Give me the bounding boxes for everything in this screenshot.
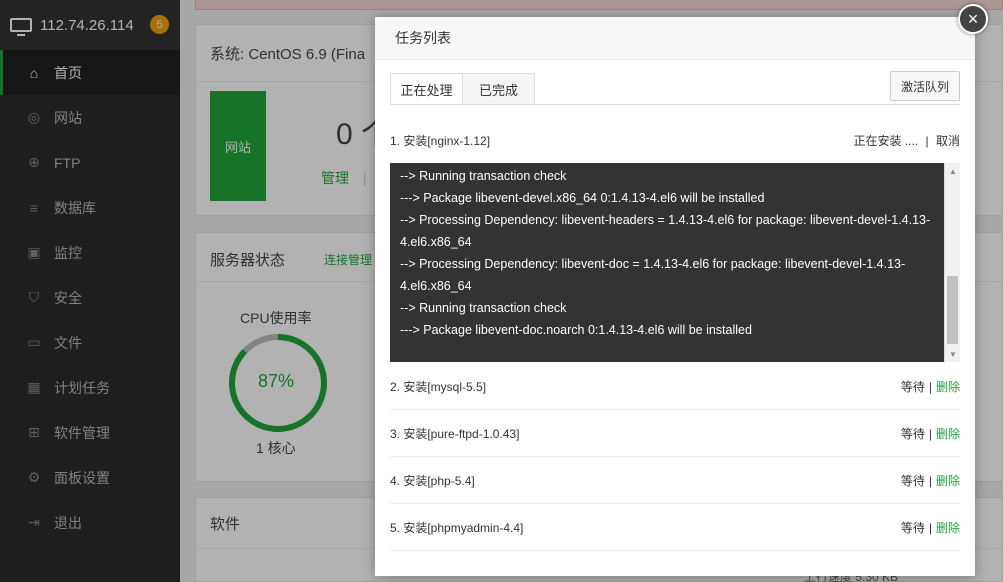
task-name: 1. 安装[nginx-1.12]	[390, 134, 491, 148]
task-name: 2. 安装[mysql-5.5]	[390, 379, 487, 394]
task-status: 等待	[900, 520, 925, 535]
task-row: 3. 安装[pure-ftpd-1.0.43] 等待 | 删除	[390, 410, 960, 457]
log-line: ---> Package libevent-doc.noarch 0:1.4.1…	[400, 323, 752, 337]
task-row-current: 1. 安装[nginx-1.12] 正在安装 .... | 取消	[390, 118, 960, 163]
log-line: --> Processing Dependency: libevent-doc …	[400, 257, 906, 293]
delete-task-link[interactable]: 删除	[936, 380, 960, 394]
task-status: 等待	[900, 426, 925, 441]
task-status: 等待	[900, 473, 925, 488]
log-line: --> Processing Dependency: libevent-head…	[400, 213, 931, 249]
delete-task-link[interactable]: 删除	[936, 427, 960, 441]
modal-title: 任务列表	[395, 30, 451, 46]
log-line: --> Running transaction check	[400, 169, 567, 183]
log-scrollbar[interactable]: ▲ ▼	[944, 163, 960, 362]
task-separator: |	[928, 520, 932, 535]
task-tabs: 正在处理 已完成	[390, 73, 535, 105]
cancel-task-link[interactable]: 取消	[936, 134, 960, 148]
task-status: 正在安装 ....	[853, 134, 919, 148]
task-separator: |	[928, 426, 932, 441]
task-list-modal: 任务列表 正在处理 已完成 激活队列 1. 安装[nginx-1.12] 正在安…	[375, 17, 975, 576]
task-row: 4. 安装[php-5.4] 等待 | 删除	[390, 457, 960, 504]
modal-header: 任务列表	[375, 17, 975, 60]
task-separator: |	[928, 473, 932, 488]
tab-completed[interactable]: 已完成	[462, 73, 535, 105]
log-line: ---> Package libevent-devel.x86_64 0:1.4…	[400, 191, 765, 205]
task-separator: |	[925, 134, 929, 148]
task-name: 3. 安装[pure-ftpd-1.0.43]	[390, 426, 520, 441]
scroll-up-icon[interactable]: ▲	[945, 163, 961, 179]
task-name: 5. 安装[phpmyadmin-4.4]	[390, 520, 524, 535]
log-line: --> Running transaction check	[400, 301, 567, 315]
task-row: 5. 安装[phpmyadmin-4.4] 等待 | 删除	[390, 504, 960, 551]
task-row: 2. 安装[mysql-5.5] 等待 | 删除	[390, 363, 960, 410]
tab-processing[interactable]: 正在处理	[390, 73, 463, 105]
activate-queue-button[interactable]: 激活队列	[890, 71, 960, 101]
close-modal-button[interactable]: ×	[958, 4, 988, 34]
task-name: 4. 安装[php-5.4]	[390, 473, 475, 488]
task-status: 等待	[900, 379, 925, 394]
delete-task-link[interactable]: 删除	[936, 521, 960, 535]
task-separator: |	[928, 379, 932, 394]
scroll-down-icon[interactable]: ▼	[945, 346, 961, 362]
install-log[interactable]: --> Running transaction check ---> Packag…	[390, 163, 960, 362]
delete-task-link[interactable]: 删除	[936, 474, 960, 488]
scroll-thumb[interactable]	[947, 276, 958, 344]
